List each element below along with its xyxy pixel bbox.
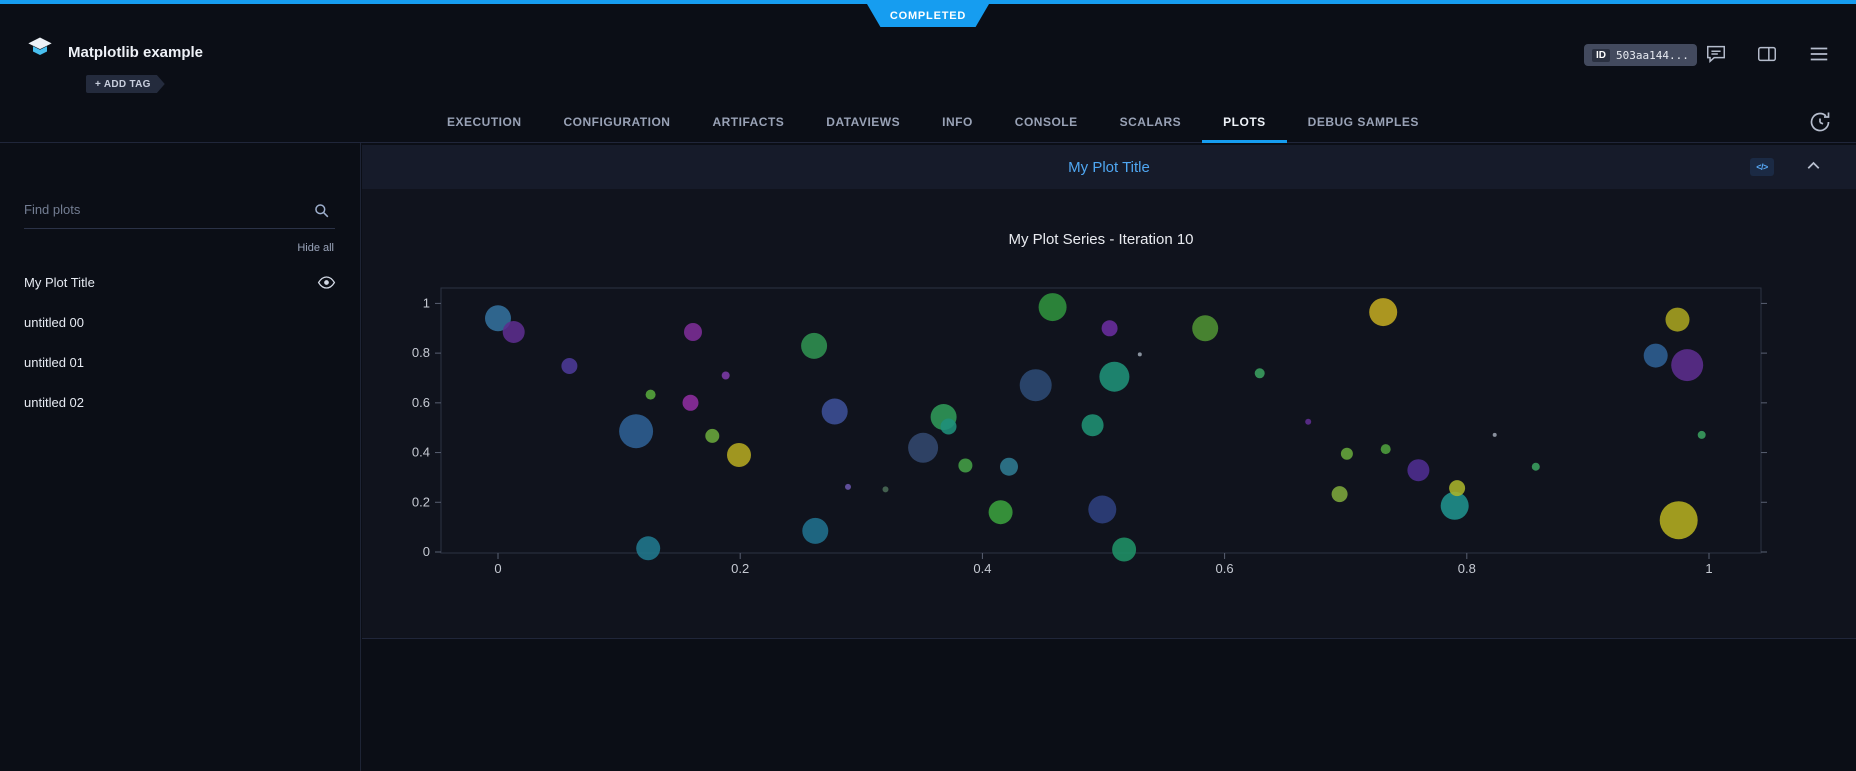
svg-text:0.8: 0.8 bbox=[1458, 561, 1476, 576]
tab-dataviews[interactable]: DATAVIEWS bbox=[805, 100, 921, 143]
plot-panel-title: My Plot Title bbox=[362, 145, 1856, 189]
svg-text:0.8: 0.8 bbox=[412, 345, 430, 360]
tab-info[interactable]: INFO bbox=[921, 100, 994, 143]
plot-list-item-untitled-00[interactable]: untitled 00 bbox=[0, 302, 360, 342]
hide-all-link[interactable]: Hide all bbox=[297, 242, 334, 254]
tab-debug-samples[interactable]: DEBUG SAMPLES bbox=[1287, 100, 1440, 143]
tab-configuration[interactable]: CONFIGURATION bbox=[543, 100, 692, 143]
code-view-icon[interactable]: </> bbox=[1750, 158, 1774, 176]
svg-text:0.4: 0.4 bbox=[973, 561, 991, 576]
tab-plots[interactable]: PLOTS bbox=[1202, 100, 1287, 143]
svg-text:0.6: 0.6 bbox=[1216, 561, 1234, 576]
plot-list-item-my-plot-title[interactable]: My Plot Title bbox=[0, 262, 360, 302]
tab-scalars[interactable]: SCALARS bbox=[1099, 100, 1203, 143]
svg-text:0.2: 0.2 bbox=[731, 561, 749, 576]
comment-icon[interactable] bbox=[1705, 43, 1727, 65]
svg-text:0.4: 0.4 bbox=[412, 445, 430, 460]
tab-artifacts[interactable]: ARTIFACTS bbox=[691, 100, 805, 143]
menu-icon[interactable] bbox=[1808, 43, 1830, 65]
plots-sidebar: Hide all My Plot Title untitled 00 untit… bbox=[0, 143, 361, 771]
experiment-title: Matplotlib example bbox=[68, 44, 203, 61]
search-icon[interactable] bbox=[312, 201, 331, 220]
tab-console[interactable]: CONSOLE bbox=[994, 100, 1099, 143]
tab-execution[interactable]: EXECUTION bbox=[426, 100, 543, 143]
id-value: 503aa144... bbox=[1616, 49, 1689, 62]
plot-list-item-untitled-02[interactable]: untitled 02 bbox=[0, 382, 360, 422]
eye-icon[interactable] bbox=[317, 273, 336, 292]
scatter-plot[interactable]: 0 0.2 0.4 0.6 0.8 1 0 0.2 0.4 0.6 0.8 1 bbox=[362, 189, 1856, 639]
svg-text:0: 0 bbox=[494, 561, 501, 576]
plot-list-item-untitled-01[interactable]: untitled 01 bbox=[0, 342, 360, 382]
plot-item-label: untitled 02 bbox=[24, 395, 84, 410]
app-logo-icon bbox=[26, 34, 54, 62]
search-input[interactable] bbox=[24, 195, 335, 228]
id-label: ID bbox=[1592, 49, 1610, 62]
auto-refresh-icon[interactable] bbox=[1808, 110, 1832, 134]
svg-text:0.6: 0.6 bbox=[412, 395, 430, 410]
collapse-panel-icon[interactable] bbox=[1803, 156, 1824, 177]
tab-bar: EXECUTION CONFIGURATION ARTIFACTS DATAVI… bbox=[0, 100, 1856, 143]
app-window: COMPLETED Matplotlib example + ADD TAG I… bbox=[0, 0, 1856, 771]
svg-text:1: 1 bbox=[423, 295, 430, 310]
svg-text:1: 1 bbox=[1705, 561, 1712, 576]
experiment-id-badge[interactable]: ID 503aa144... bbox=[1584, 44, 1697, 66]
tabs: EXECUTION CONFIGURATION ARTIFACTS DATAVI… bbox=[426, 100, 1440, 143]
status-badge: COMPLETED bbox=[867, 4, 989, 27]
panel-layout-icon[interactable] bbox=[1756, 43, 1778, 65]
svg-text:0: 0 bbox=[423, 544, 430, 559]
top-accent-line bbox=[0, 0, 1856, 4]
plot-list: My Plot Title untitled 00 untitled 01 un… bbox=[0, 262, 360, 422]
search-field bbox=[24, 195, 335, 229]
add-tag-button[interactable]: + ADD TAG bbox=[86, 75, 165, 93]
plot-panel-header: My Plot Title </> bbox=[362, 145, 1856, 189]
plot-item-label: untitled 01 bbox=[24, 355, 84, 370]
svg-text:0.2: 0.2 bbox=[412, 494, 430, 509]
plot-item-label: My Plot Title bbox=[24, 275, 95, 290]
plot-area: My Plot Series - Iteration 10 00.20.40.6… bbox=[362, 189, 1856, 639]
plot-item-label: untitled 00 bbox=[24, 315, 84, 330]
